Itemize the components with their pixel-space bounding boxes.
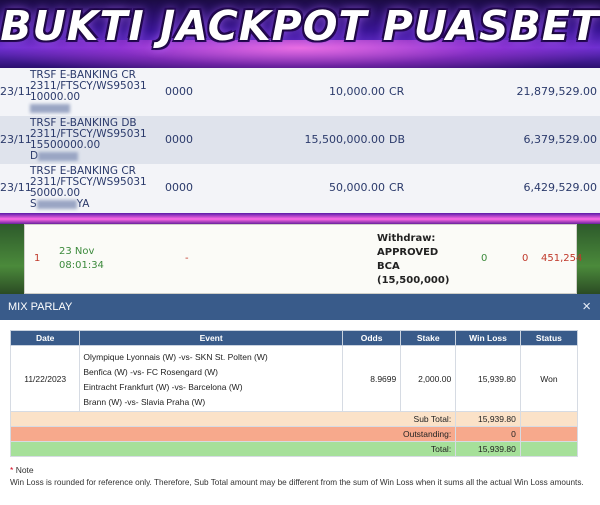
bank-row: 23/11 TRSF E-BANKING CR 2311/FTSCY/WS950… bbox=[0, 68, 600, 116]
mix-parlay-table: Date Event Odds Stake Win Loss Status 11… bbox=[9, 330, 579, 457]
cell-events: Olympique Lyonnais (W) -vs- SKN St. Polt… bbox=[79, 345, 343, 412]
desc-initial: D bbox=[30, 150, 39, 162]
bank-row-description: TRSF E-BANKING CR 2311/FTSCY/WS95031 500… bbox=[30, 166, 147, 210]
desc-line: 10000.00 bbox=[30, 91, 81, 103]
masked-name bbox=[36, 199, 77, 209]
withdraw-date: 23 Nov bbox=[59, 246, 95, 257]
bank-row-date: 23/11 bbox=[0, 85, 32, 98]
event-item: Eintracht Frankfurt (W) -vs- Barcelona (… bbox=[83, 382, 243, 392]
bank-row-type: CR bbox=[389, 181, 405, 194]
column-header-win-loss: Win Loss bbox=[455, 330, 521, 346]
withdraw-dash: - bbox=[185, 253, 189, 264]
bank-statement: 23/11 TRSF E-BANKING CR 2311/FTSCY/WS950… bbox=[0, 68, 600, 214]
bank-row-type: CR bbox=[389, 85, 405, 98]
cell-stake: 2,000.00 bbox=[400, 345, 457, 412]
masked-name bbox=[38, 151, 79, 161]
column-header-odds: Odds bbox=[341, 330, 402, 346]
column-header-status: Status bbox=[519, 330, 579, 346]
bank-row-balance: 6,429,529.00 bbox=[523, 181, 597, 194]
cell-date: 11/22/2023 bbox=[9, 345, 81, 412]
status-line: (15,500,000) bbox=[377, 275, 450, 286]
table-row: 11/22/2023 Olympique Lyonnais (W) -vs- S… bbox=[9, 345, 579, 412]
withdraw-zero-red: 0 bbox=[522, 253, 529, 264]
withdraw-status: Withdraw: APPROVED BCA (15,500,000) bbox=[377, 232, 449, 288]
withdraw-datetime: 23 Nov 08:01:34 bbox=[59, 245, 104, 273]
banner-title: BUKTI JACKPOT PUASBET bbox=[0, 2, 600, 50]
masked-name bbox=[30, 103, 70, 113]
status-line: BCA bbox=[377, 261, 400, 272]
note-text: Win Loss is rounded for reference only. … bbox=[10, 478, 584, 487]
bank-row-description: TRSF E-BANKING DB 2311/FTSCY/WS95031 155… bbox=[30, 118, 147, 162]
withdraw-index: 1 bbox=[34, 253, 41, 264]
note-title: * Note bbox=[10, 465, 34, 475]
event-item: Benfica (W) -vs- FC Rosengard (W) bbox=[83, 367, 218, 377]
total-value: 15,939.80 bbox=[455, 441, 521, 457]
bank-row-branch: 0000 bbox=[165, 133, 193, 146]
outstanding-row: Outstanding: 0 bbox=[9, 426, 579, 442]
event-item: Brann (W) -vs- Slavia Praha (W) bbox=[83, 397, 206, 407]
cell-odds: 8.9699 bbox=[341, 345, 402, 412]
subtotal-row: Sub Total: 15,939.80 bbox=[9, 411, 579, 427]
table-header-row: Date Event Odds Stake Win Loss Status bbox=[9, 330, 579, 346]
event-item: Olympique Lyonnais (W) -vs- SKN St. Polt… bbox=[83, 352, 268, 362]
outstanding-label: Outstanding: bbox=[9, 426, 457, 442]
bank-row-branch: 0000 bbox=[165, 181, 193, 194]
status-line: Withdraw: bbox=[377, 233, 436, 244]
total-empty bbox=[519, 441, 579, 457]
withdraw-time: 08:01:34 bbox=[59, 260, 104, 271]
withdraw-record: 1 23 Nov 08:01:34 - Withdraw: APPROVED B… bbox=[24, 224, 582, 294]
total-row: Total: 15,939.80 bbox=[9, 441, 579, 457]
outstanding-value: 0 bbox=[455, 426, 521, 442]
outstanding-empty bbox=[519, 426, 579, 442]
bank-row-amount: 50,000.00 bbox=[329, 181, 385, 194]
close-icon[interactable]: × bbox=[582, 298, 591, 315]
column-header-stake: Stake bbox=[400, 330, 457, 346]
bank-row: 23/11 TRSF E-BANKING DB 2311/FTSCY/WS950… bbox=[0, 116, 600, 164]
bank-row-description: TRSF E-BANKING CR 2311/FTSCY/WS95031 100… bbox=[30, 70, 147, 114]
withdraw-zero-green: 0 bbox=[481, 253, 488, 264]
desc-line: 15500000.00 bbox=[30, 139, 101, 151]
column-header-date: Date bbox=[9, 330, 81, 346]
mix-parlay-body: Date Event Odds Stake Win Loss Status 11… bbox=[0, 320, 600, 505]
bank-row-balance: 6,379,529.00 bbox=[523, 133, 597, 146]
mix-parlay-title: MIX PARLAY bbox=[8, 301, 73, 313]
cell-status: Won bbox=[519, 345, 579, 412]
status-line: APPROVED bbox=[377, 247, 439, 258]
promo-banner: BUKTI JACKPOT PUASBET bbox=[0, 0, 600, 68]
bank-row: 23/11 TRSF E-BANKING CR 2311/FTSCY/WS950… bbox=[0, 164, 600, 214]
desc-initial: S bbox=[30, 198, 37, 210]
required-star: * bbox=[10, 465, 14, 475]
cell-win-loss: 15,939.80 bbox=[455, 345, 521, 412]
desc-line-masked: S YA bbox=[30, 199, 147, 210]
subtotal-label: Sub Total: bbox=[9, 411, 457, 427]
subtotal-empty bbox=[519, 411, 579, 427]
withdraw-balance: 451,254 bbox=[541, 253, 583, 264]
desc-tail: YA bbox=[76, 198, 90, 210]
desc-line-masked: D bbox=[30, 151, 147, 162]
total-label: Total: bbox=[9, 441, 457, 457]
bank-row-branch: 0000 bbox=[165, 85, 193, 98]
subtotal-value: 15,939.80 bbox=[455, 411, 521, 427]
bank-row-amount: 10,000.00 bbox=[329, 85, 385, 98]
bank-row-date: 23/11 bbox=[0, 181, 32, 194]
bank-row-type: DB bbox=[389, 133, 406, 146]
note-label: Note bbox=[15, 465, 34, 475]
bank-row-balance: 21,879,529.00 bbox=[516, 85, 597, 98]
mix-parlay-header: MIX PARLAY × bbox=[0, 294, 600, 320]
bank-row-date: 23/11 bbox=[0, 133, 32, 146]
desc-line-masked bbox=[30, 103, 147, 114]
column-header-event: Event bbox=[79, 330, 343, 346]
bank-row-amount: 15,500,000.00 bbox=[304, 133, 385, 146]
